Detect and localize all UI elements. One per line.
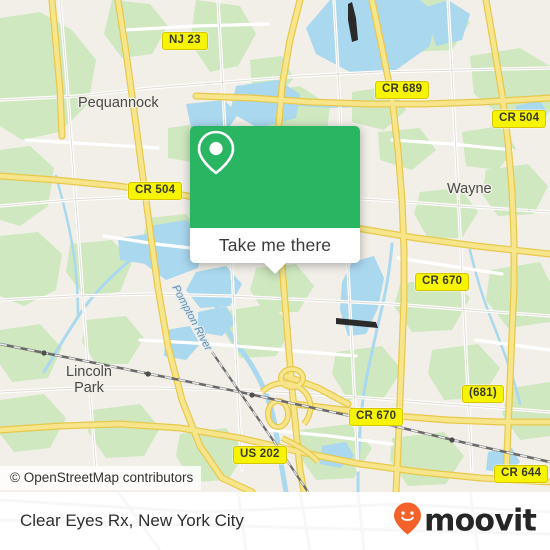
map-canvas[interactable]: NJ 23 CR 689 CR 504 CR 504 CR 670 (681) … bbox=[0, 0, 550, 492]
callout-header bbox=[190, 126, 360, 228]
footer-bar: Clear Eyes Rx, New York City moovit bbox=[0, 492, 550, 550]
shield-cr-504-e: CR 504 bbox=[492, 110, 547, 128]
place-label-line2: Park bbox=[74, 380, 104, 396]
shield-cr-644: CR 644 bbox=[494, 465, 549, 483]
shield-us-202: US 202 bbox=[233, 446, 287, 464]
place-label-pequannock: Pequannock bbox=[78, 95, 159, 111]
take-me-there-label: Take me there bbox=[218, 235, 332, 255]
moovit-brand[interactable]: moovit bbox=[393, 502, 537, 541]
shield-cr-504-w: CR 504 bbox=[128, 182, 183, 200]
location-callout-card[interactable]: Take me there bbox=[190, 126, 360, 274]
screenshot-root: NJ 23 CR 689 CR 504 CR 504 CR 670 (681) … bbox=[0, 0, 550, 550]
shield-nj-23: NJ 23 bbox=[162, 32, 208, 50]
shield-cr-670-s: CR 670 bbox=[349, 408, 404, 426]
place-label-line1: Lincoln bbox=[66, 364, 112, 380]
osm-attribution[interactable]: © OpenStreetMap contributors bbox=[0, 466, 202, 490]
moovit-smiley-pin-icon bbox=[393, 502, 422, 541]
map-pin-icon bbox=[197, 130, 301, 203]
place-label-lincoln-park: Lincoln Park bbox=[66, 364, 112, 396]
shield-681: (681) bbox=[462, 385, 504, 403]
moovit-wordmark: moovit bbox=[424, 503, 537, 539]
shield-cr-670-n: CR 670 bbox=[415, 273, 470, 291]
callout-pointer bbox=[264, 263, 286, 274]
page-title: Clear Eyes Rx, New York City bbox=[20, 511, 244, 530]
take-me-there-button[interactable]: Take me there bbox=[190, 228, 360, 263]
shield-cr-689: CR 689 bbox=[375, 81, 430, 99]
place-label-wayne: Wayne bbox=[447, 181, 492, 197]
